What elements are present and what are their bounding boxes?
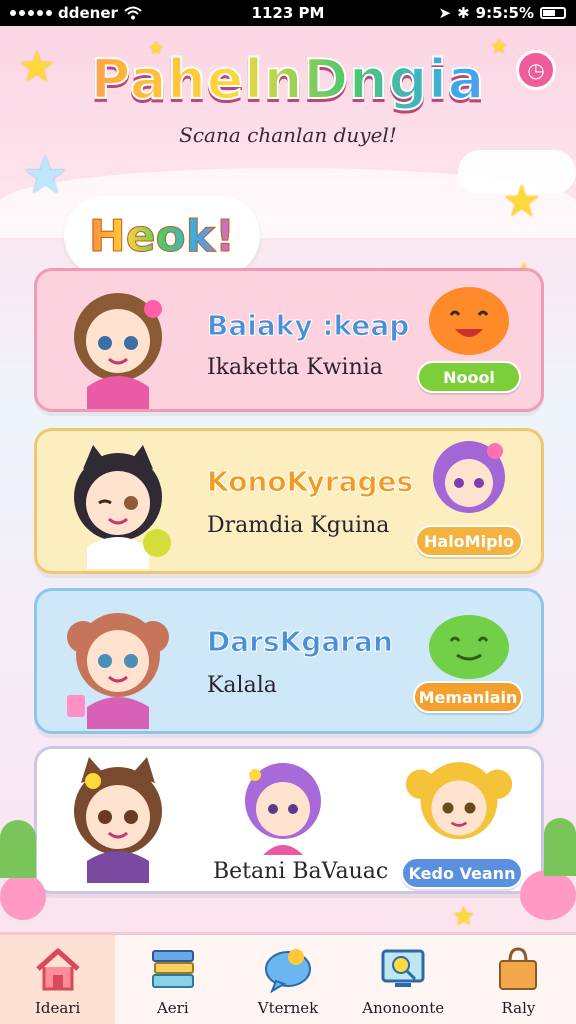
tab-chat[interactable]: Vternek [230,935,345,1024]
star-decoration: ★ [502,176,542,227]
tab-label: Aeri [156,998,189,1017]
chat-bubble-icon [265,948,311,993]
card-title: KonoKyrages [206,465,414,499]
greeting-text: Heok! [88,210,236,262]
character-avatar-icon [74,757,162,883]
status-bar: ddener 1123 PM ➤ ✱ 9:5:5% [0,0,576,26]
shopping-bag-icon [499,946,538,990]
bush-decoration [0,820,36,878]
tab-label: Raly [501,998,536,1017]
status-time: 1123 PM [251,4,325,22]
card-action-button[interactable]: Noool [417,361,521,393]
orange-blob-mascot-icon [429,287,509,355]
bluetooth-icon: ✱ [457,4,470,22]
character-avatar-icon [74,445,171,569]
clock-button[interactable]: ◷ [516,50,556,90]
character-avatar-icon [74,293,162,409]
search-screen-icon [381,949,425,987]
card-subtitle: Kalala [207,673,277,698]
blonde-character-icon [405,762,513,840]
tab-search[interactable]: Anonoonte [346,935,461,1024]
location-icon: ➤ [438,4,452,22]
character-card[interactable]: Baiaky :keap Ikaketta Kwinia Noool [34,268,544,412]
purple-hair-character-icon [245,763,321,855]
pink-blob-decoration [0,874,46,920]
battery-percent: 9:5:5% [475,4,534,22]
bush-decoration [544,818,576,876]
tab-label: Anonoonte [362,998,445,1017]
bottom-tab-bar: Ideari Aeri Vternek Anonoonte Raly [0,932,576,1024]
app-title: PahelnDngia [0,47,576,112]
home-icon [35,948,80,990]
character-card[interactable]: KonoKyrages Dramdia Kguina HaloMiplo [34,428,544,574]
tab-label: Vternek [257,998,319,1017]
pink-blob-decoration [520,870,576,920]
signal-dots-icon [10,10,52,16]
character-card[interactable]: DarsKgaran Kalala Memanlain [34,588,544,734]
card-action-button[interactable]: Memanlain [413,681,523,713]
app-subtitle: Scana chanlan duyel! [179,123,397,147]
tab-label: Ideari [34,998,81,1017]
battery-icon [540,7,566,19]
wifi-icon [124,6,142,20]
card-title: DarsKgaran [207,625,394,659]
card-action-button[interactable]: HaloMiplo [415,525,523,557]
tab-home[interactable]: Ideari [0,935,116,1024]
tab-books[interactable]: Aeri [115,935,230,1024]
tab-shop[interactable]: Raly [461,935,576,1024]
star-decoration: ★ [22,146,69,206]
clock-icon: ◷ [527,58,545,82]
header: PahelnDngia Scana chanlan duyel! [0,47,576,147]
card-action-button[interactable]: Kedo Veann [401,857,523,889]
character-avatar-icon [67,613,169,729]
greeting-bubble: Heok! [64,196,260,290]
carrier-label: ddener [58,4,118,22]
card-title: Baiaky :keap [206,309,410,343]
star-decoration: ★ [452,902,476,932]
books-icon [151,949,194,988]
card-subtitle: Betani BaVauac [213,859,389,884]
card-subtitle: Ikaketta Kwinia [207,355,383,380]
card-subtitle: Dramdia Kguina [207,513,390,538]
character-card[interactable]: Betani BaVauac Kedo Veann [34,746,544,894]
purple-girl-mascot-icon [433,441,505,513]
green-blob-mascot-icon [429,615,509,679]
